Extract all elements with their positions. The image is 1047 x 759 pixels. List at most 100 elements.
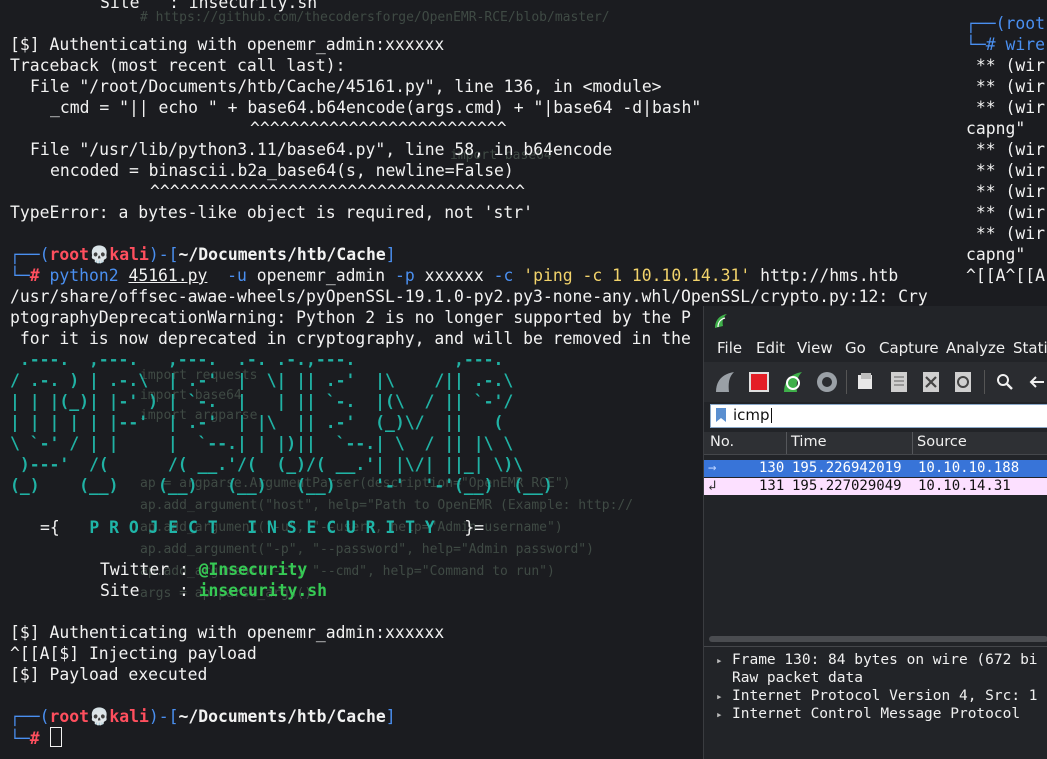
traceback-file-line: File "/usr/lib/python3.11/base64.py", li…	[30, 140, 613, 159]
filter-text: icmp	[733, 406, 770, 424]
menu-analyze[interactable]: Analyze	[946, 339, 1005, 357]
wallpaper-text: ap.add_argument("host", help="Path to Op…	[140, 498, 634, 513]
rterm-line: └─# wire	[966, 35, 1045, 54]
packet-row[interactable]: ↲ 131 195.227029049 10.10.14.31	[704, 478, 1047, 495]
rterm-line: ** (wir	[966, 56, 1045, 75]
wireshark-logo-icon	[715, 314, 727, 328]
window-titlebar[interactable]	[704, 306, 1047, 336]
bookmark-icon[interactable]	[714, 407, 728, 423]
open-file-icon[interactable]	[852, 369, 878, 395]
restart-capture-icon[interactable]	[780, 369, 806, 395]
response-arrow-icon: ↲	[708, 478, 717, 494]
menu-statistics[interactable]: Statis	[1013, 339, 1047, 357]
packet-details-pane[interactable]: ▸ Frame 130: 84 bytes on wire (672 bi Raw…	[704, 646, 1047, 759]
inject-line: ^[[A[$] Injecting payload	[10, 644, 257, 663]
rterm-line: ┌──(root	[966, 14, 1045, 33]
text-cursor	[49, 727, 62, 747]
menu-capture[interactable]: Capture	[879, 339, 939, 357]
ascii-art-line: )---' /( /( __.'/( (_)/( __.'| |\/| ||_|…	[10, 455, 524, 474]
rterm-line: capng"	[966, 245, 1026, 264]
banner-line: ={ P R O J E C T I N S E C U R I T Y }=	[40, 518, 485, 537]
traceback-file-line: File "/root/Documents/htb/Cache/45161.py…	[30, 77, 662, 96]
ascii-art-line: | | |(_)| |-' ) | `-. | | || `-. |(\ / |…	[10, 392, 514, 411]
rterm-line: ** (wir	[966, 77, 1045, 96]
stop-capture-icon[interactable]	[746, 369, 772, 395]
shell-command: └─# python2 45161.py -u openemr_admin -p…	[10, 266, 899, 285]
site-line-top: Site : insecurity.sh	[100, 0, 318, 12]
detail-raw[interactable]: Raw packet data	[716, 669, 863, 687]
menu-file[interactable]: File	[717, 339, 742, 357]
rterm-line: ^[[A^[[A	[966, 266, 1045, 285]
packet-list-header: No. Time Source	[704, 432, 1047, 455]
ascii-art-line: / .-. ) | .-.\ | .-' | \| || .-' |\ /|| …	[10, 371, 514, 390]
detail-icmp[interactable]: ▸ Internet Control Message Protocol	[716, 705, 1020, 723]
traceback-code-line: _cmd = "|| echo " + base64.b64encode(arg…	[50, 98, 702, 117]
rterm-line: ** (wir	[966, 140, 1045, 159]
traceback-carets: ^^^^^^^^^^^^^^^^^^^^^^^^^^^^^^^^^^^^^^	[150, 182, 525, 201]
site-line: Site : insecurity.sh	[100, 581, 327, 600]
traceback-line: Traceback (most recent call last):	[10, 56, 346, 75]
expand-arrow-icon[interactable]: ▸	[716, 706, 732, 724]
type-error-line: TypeError: a bytes-like object is requir…	[10, 203, 534, 222]
column-time[interactable]: Time	[791, 434, 827, 450]
horizontal-scrollbar[interactable]	[709, 636, 1047, 642]
text-cursor	[771, 408, 772, 423]
column-divider[interactable]	[786, 432, 787, 454]
packet-time: 195.226942019	[792, 460, 902, 476]
packet-source: 10.10.10.188	[918, 460, 1020, 476]
auth-line: [$] Authenticating with openemr_admin:xx…	[10, 35, 445, 54]
shell-prompt: ┌──(root💀kali)-[~/Documents/htb/Cache]	[10, 245, 396, 264]
warning-line: ptographyDeprecationWarning: Python 2 is…	[10, 308, 691, 327]
expand-arrow-icon[interactable]: ▸	[716, 652, 732, 670]
rterm-line: ** (wir	[966, 203, 1045, 222]
start-capture-icon[interactable]	[712, 369, 738, 395]
ascii-art-line: \ `-' / | | | `--.| | |)|| `--.| \ / || …	[10, 434, 514, 453]
display-filter-input[interactable]: icmp	[710, 404, 1047, 428]
shell-prompt: ┌──(root💀kali)-[~/Documents/htb/Cache]	[10, 707, 396, 726]
packet-time: 195.227029049	[792, 478, 902, 494]
toolbar-separator	[846, 370, 847, 394]
ascii-art-line: (_) (__) (__) (__) (__) '-' '-'(__) (__)	[10, 476, 553, 495]
detail-frame[interactable]: ▸ Frame 130: 84 bytes on wire (672 bi	[716, 651, 1038, 669]
detail-ipv4[interactable]: ▸ Internet Protocol Version 4, Src: 1	[716, 687, 1038, 705]
traceback-code-line: encoded = binascii.b2a_base64(s, newline…	[50, 161, 514, 180]
wallpaper-text: ap.add_argument("-p", "--password", help…	[140, 542, 594, 557]
rterm-line: ** (wir	[966, 224, 1045, 243]
wireshark-window[interactable]: File Edit View Go Capture Analyze Statis	[703, 306, 1047, 759]
request-arrow-icon: →	[708, 460, 717, 476]
second-terminal[interactable]: ┌──(root └─# wire ** (wir ** (wir ** (wi…	[966, 0, 1047, 300]
shell-input-line[interactable]: └─#	[10, 727, 62, 748]
packet-list[interactable]: No. Time Source → 130 195.226942019 10.1…	[704, 432, 1047, 637]
auth-line: [$] Authenticating with openemr_admin:xx…	[10, 623, 445, 642]
menu-edit[interactable]: Edit	[756, 339, 785, 357]
save-file-icon[interactable]	[886, 369, 912, 395]
packet-row[interactable]: → 130 195.226942019 10.10.10.188	[704, 460, 1047, 477]
rterm-line: ** (wir	[966, 98, 1045, 117]
menu-bar: File Edit View Go Capture Analyze Statis	[704, 336, 1047, 362]
rterm-line: ** (wir	[966, 161, 1045, 180]
traceback-carets: ^^^^^^^^^^^^^^^^^^^^^^^^^^	[250, 119, 507, 138]
executed-line: [$] Payload executed	[10, 665, 208, 684]
column-source[interactable]: Source	[917, 434, 967, 450]
warning-line: /usr/share/offsec-awae-wheels/pyOpenSSL-…	[10, 287, 928, 306]
toolbar-separator	[984, 370, 985, 394]
rterm-line: capng"	[966, 119, 1026, 138]
column-divider[interactable]	[912, 432, 913, 454]
ascii-art-line: | | | | | |--' | .-' | |\ || .-' (_)\/ |…	[10, 413, 504, 432]
packet-no: 130	[759, 460, 785, 476]
capture-options-icon[interactable]	[814, 369, 840, 395]
expand-arrow-icon[interactable]: ▸	[716, 688, 732, 706]
menu-view[interactable]: View	[797, 339, 833, 357]
column-no[interactable]: No.	[710, 434, 734, 450]
reload-file-icon[interactable]	[950, 369, 976, 395]
packet-no: 131	[759, 478, 785, 494]
rterm-line: ** (wir	[966, 182, 1045, 201]
packet-source: 10.10.14.31	[918, 478, 1011, 494]
menu-go[interactable]: Go	[845, 339, 866, 357]
close-file-icon[interactable]	[918, 369, 944, 395]
ascii-art-line: .---. ,---. ,---. .-. .-.,---. ,---.	[10, 350, 504, 369]
find-packet-icon[interactable]	[992, 369, 1018, 395]
twitter-line: Twitter : @Insecurity	[100, 560, 308, 579]
main-toolbar	[704, 362, 1047, 402]
go-back-icon[interactable]	[1024, 369, 1047, 395]
